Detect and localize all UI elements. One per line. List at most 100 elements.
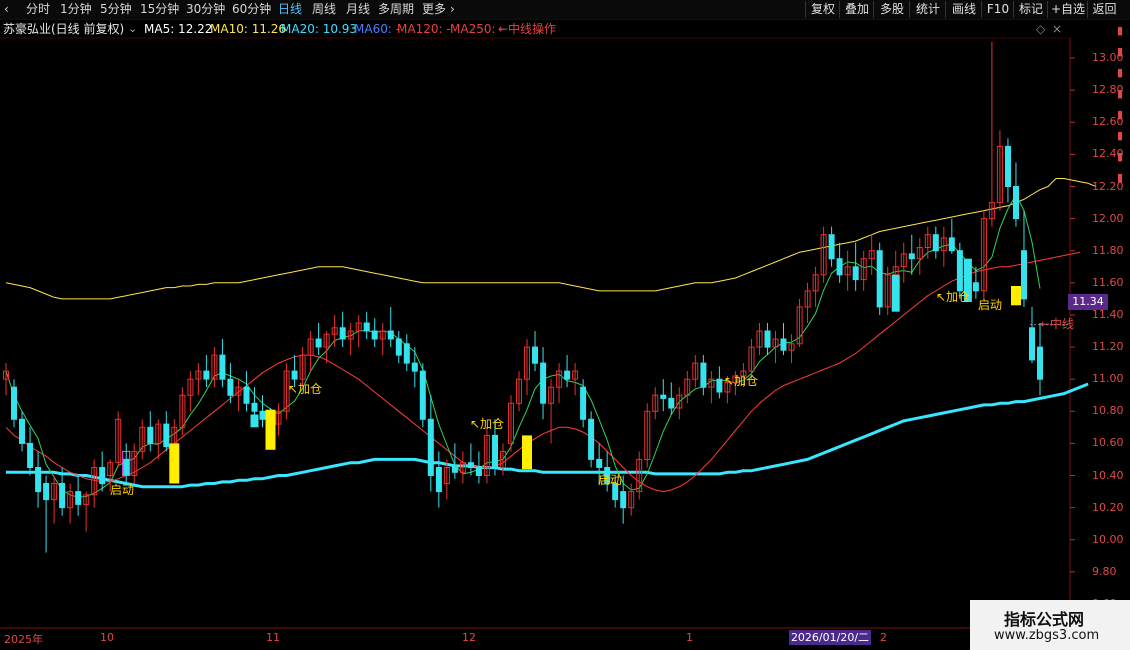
signal-jiacang-1: ↖加仓 [288, 382, 323, 396]
candle-body [588, 418, 595, 460]
marker-bar [891, 274, 900, 312]
side-icon-8[interactable]: ▮ [1110, 167, 1130, 188]
candle-body [219, 354, 226, 380]
candle-body [475, 467, 482, 476]
kline-chart[interactable] [0, 0, 1130, 650]
side-icon-3[interactable]: ▮ [1110, 62, 1130, 83]
signal-qidong-2: 启动 [598, 473, 623, 487]
candle-body [43, 483, 50, 501]
candle-body [876, 250, 883, 308]
signal-qidong-1: 启动 [110, 483, 135, 497]
candle-body [1037, 346, 1043, 380]
candle-body [339, 327, 346, 340]
candle-body [580, 386, 587, 420]
right-side-panel[interactable]: ▮ ▮ ▮ ▮ ▮ ▮ ▮ ▮ [1110, 20, 1130, 420]
watermark-line1: 指标公式网 [1004, 610, 1085, 629]
candle-body [35, 467, 42, 493]
candle-body [852, 266, 859, 281]
candle-body [716, 378, 723, 393]
x-label-feb: 2 [880, 631, 887, 644]
signal-jiacang-2: ↖加仓 [470, 417, 505, 431]
signal-jiacang-4: ↖加仓 [936, 290, 971, 304]
candle-body [19, 418, 25, 444]
candle-body [1005, 145, 1011, 187]
x-label-dec: 12 [462, 631, 476, 644]
candle-body [291, 370, 298, 380]
candle-body [147, 426, 154, 444]
candle-body [1029, 327, 1035, 361]
candle-body [1021, 250, 1027, 300]
candle-body [203, 370, 210, 380]
candle-body [700, 362, 707, 388]
mid-line-marker: ←中线 [1040, 317, 1075, 331]
candle-body [620, 491, 627, 509]
candle-body [972, 282, 979, 292]
current-price-tag: 11.34 [1068, 294, 1108, 310]
side-icon-4[interactable]: ▮ [1110, 83, 1130, 104]
candle-body [532, 346, 538, 364]
candle-body [395, 338, 402, 356]
side-icon-5[interactable]: ▮ [1110, 104, 1130, 125]
y-tick-label: 10.00 [1092, 532, 1124, 546]
candle-body [467, 462, 474, 469]
x-label-jan: 1 [686, 631, 693, 644]
candle-body [492, 434, 498, 468]
signal-qidong-3: 启动 [978, 298, 1003, 312]
candle-body [387, 330, 394, 340]
y-tick-label: 10.60 [1092, 436, 1124, 450]
signal-bar [522, 435, 532, 470]
candle-body [764, 330, 771, 348]
candle-body [828, 234, 835, 260]
signal-jiacang-3: ↖加仓 [724, 374, 759, 388]
side-icon-1[interactable]: ▮ [1110, 20, 1130, 41]
side-icon-7[interactable]: ▮ [1110, 146, 1130, 167]
candle-body [948, 237, 955, 252]
candle-body [123, 458, 130, 476]
x-label-nov: 11 [266, 631, 280, 644]
candle-body [596, 458, 603, 468]
marker-bar [250, 414, 259, 428]
candle-body [419, 370, 426, 420]
candle-body [956, 250, 963, 292]
candle-body [411, 362, 418, 372]
side-icon-6[interactable]: ▮ [1110, 125, 1130, 146]
signal-bar [265, 409, 276, 450]
x-label-oct: 10 [100, 631, 114, 644]
candle-body [427, 418, 434, 476]
candle-body [315, 338, 322, 348]
cursor-date-tag: 2026/01/20/二 [789, 630, 871, 645]
candle-body [908, 253, 915, 260]
side-icon-2[interactable]: ▮ [1110, 41, 1130, 62]
candle-body [259, 410, 266, 420]
y-tick-label: 10.20 [1092, 500, 1124, 514]
yellow-band-line [5, 178, 1097, 300]
signal-bar [1011, 286, 1021, 306]
watermark-line2: www.zbgs3.com [994, 628, 1100, 643]
candle-body [780, 338, 787, 351]
candle-body [163, 423, 170, 448]
candle-body [243, 386, 250, 404]
candle-body [27, 442, 34, 468]
candle-body [668, 397, 675, 409]
candle-body [251, 402, 258, 412]
candle-body [363, 322, 370, 332]
candle-body [660, 394, 667, 399]
watermark: 指标公式网 www.zbgs3.com [970, 600, 1130, 650]
candle-body [564, 370, 571, 380]
candle-body [932, 234, 939, 252]
candle-body [836, 258, 843, 276]
candle-body [451, 467, 458, 473]
y-tick-label: 10.40 [1092, 468, 1124, 482]
candle-body [371, 330, 378, 340]
candle-body [11, 386, 17, 420]
candle-body [1013, 186, 1019, 220]
signal-bar [169, 443, 180, 484]
candle-body [227, 378, 234, 396]
y-tick-label: 9.80 [1092, 564, 1117, 578]
candle-body [540, 362, 547, 404]
candle-body [59, 483, 66, 509]
x-label-2025: 2025年 [4, 633, 43, 646]
candle-body [435, 467, 442, 493]
candle-body [99, 467, 106, 485]
candle-body [403, 343, 410, 364]
